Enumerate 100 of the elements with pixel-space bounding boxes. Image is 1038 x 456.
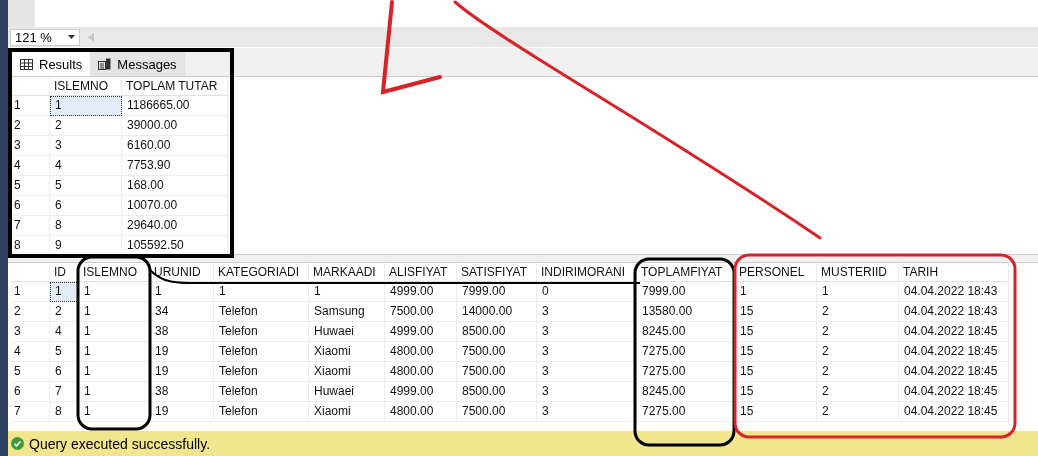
table-cell: Telefon — [214, 322, 309, 342]
table-cell: 168.00 — [122, 176, 228, 196]
table-cell: 1 — [817, 282, 899, 302]
table-cell: 34 — [150, 302, 214, 322]
status-message: Query executed successfully. — [29, 435, 211, 452]
table-cell: 3 — [537, 402, 637, 422]
table-cell: 1 — [50, 282, 79, 302]
table-cell: Huwaei — [309, 382, 385, 402]
column-header[interactable]: SATISFIYAT — [457, 263, 537, 282]
row-number: 4 — [12, 342, 50, 362]
column-header[interactable]: MARKAADI — [309, 263, 385, 282]
grid-corner[interactable] — [12, 263, 50, 282]
table-cell: 3 — [537, 362, 637, 382]
column-header[interactable]: TOPLAMFIYAT — [637, 263, 735, 282]
table-cell: 29640.00 — [122, 216, 228, 236]
table-cell: 2 — [50, 302, 79, 322]
table-cell: 04.04.2022 18:45 — [899, 322, 1009, 342]
table-cell: 7500.00 — [457, 342, 537, 362]
table-cell: 2 — [817, 302, 899, 322]
table-cell: 5 — [50, 342, 79, 362]
table-cell: 3 — [537, 302, 637, 322]
row-number: 8 — [12, 236, 50, 254]
table-cell: 13580.00 — [637, 302, 735, 322]
table-cell: 7500.00 — [457, 402, 537, 422]
table-cell: Telefon — [214, 342, 309, 362]
table-cell: 8245.00 — [637, 382, 735, 402]
table-cell: 2 — [817, 362, 899, 382]
grid-corner[interactable] — [12, 77, 50, 96]
row-number: 6 — [12, 382, 50, 402]
table-cell: 3 — [537, 322, 637, 342]
table-cell: 1 — [79, 382, 150, 402]
column-header[interactable]: PERSONEL — [735, 263, 817, 282]
row-number: 3 — [12, 136, 50, 156]
table-cell: 19 — [150, 342, 214, 362]
table-cell: 39000.00 — [122, 116, 228, 136]
column-header[interactable]: ALISFIYAT — [385, 263, 457, 282]
table-cell: 3 — [50, 136, 122, 156]
table-cell: 38 — [150, 322, 214, 342]
table-cell: 2 — [817, 382, 899, 402]
table-cell: 1 — [79, 402, 150, 422]
column-header[interactable]: TOPLAM TUTAR — [122, 77, 228, 96]
scroll-left-icon[interactable] — [88, 32, 94, 42]
table-cell: 04.04.2022 18:43 — [899, 302, 1009, 322]
column-header[interactable]: URUNID — [150, 263, 214, 282]
table-cell: Telefon — [214, 382, 309, 402]
table-cell: 1 — [79, 282, 150, 302]
results-tab[interactable]: Messages — [90, 52, 185, 76]
table-cell: 4800.00 — [385, 342, 457, 362]
table-cell: 8 — [50, 216, 122, 236]
results-tab[interactable]: Results — [12, 52, 91, 76]
table-cell: 7500.00 — [457, 362, 537, 382]
table-cell: 1 — [79, 342, 150, 362]
table-cell: 7275.00 — [637, 342, 735, 362]
column-header[interactable]: INDIRIMORANI — [537, 263, 637, 282]
table-cell: 2 — [50, 116, 122, 136]
table-cell: Telefon — [214, 362, 309, 382]
table-cell: 04.04.2022 18:45 — [899, 402, 1009, 422]
table-cell: 7999.00 — [637, 282, 735, 302]
column-header[interactable]: ISLEMNO — [79, 263, 150, 282]
column-header[interactable]: TARIH — [899, 263, 1009, 282]
table-cell: 7 — [50, 382, 79, 402]
table-cell: 7275.00 — [637, 402, 735, 422]
column-header[interactable]: MUSTERIID — [817, 263, 899, 282]
table-cell: 19 — [150, 402, 214, 422]
table-cell: 2 — [817, 342, 899, 362]
table-cell: 38 — [150, 382, 214, 402]
table-cell: 7275.00 — [637, 362, 735, 382]
table-cell: 15 — [735, 322, 817, 342]
table-cell: Xiaomi — [309, 362, 385, 382]
table-cell: Xiaomi — [309, 342, 385, 362]
table-cell: 4800.00 — [385, 362, 457, 382]
table-cell: 6 — [50, 196, 122, 216]
table-cell: 4 — [50, 156, 122, 176]
row-number: 7 — [12, 402, 50, 422]
table-cell: 1 — [150, 282, 214, 302]
table-cell: 1 — [735, 282, 817, 302]
row-number: 6 — [12, 196, 50, 216]
row-number: 2 — [12, 116, 50, 136]
table-cell: 15 — [735, 402, 817, 422]
column-header[interactable]: KATEGORIADI — [214, 263, 309, 282]
table-cell: 105592.50 — [122, 236, 228, 254]
table-cell: 1186665.00 — [122, 96, 228, 116]
table-cell: 4999.00 — [385, 322, 457, 342]
table-cell: 4999.00 — [385, 282, 457, 302]
table-cell: 8500.00 — [457, 322, 537, 342]
table-cell: 1 — [50, 96, 122, 116]
splitter-bar[interactable] — [8, 254, 1038, 263]
table-cell: 10070.00 — [122, 196, 228, 216]
table-cell: Samsung — [309, 302, 385, 322]
table-cell: 1 — [79, 302, 150, 322]
row-number: 7 — [12, 216, 50, 236]
table-cell: 15 — [735, 302, 817, 322]
table-cell: 2 — [817, 402, 899, 422]
zoom-dropdown[interactable]: 121 % — [10, 28, 80, 46]
dropdown-caret-icon — [68, 35, 75, 39]
row-number: 5 — [12, 176, 50, 196]
table-cell: Telefon — [214, 402, 309, 422]
table-cell: 9 — [50, 236, 122, 254]
row-number: 2 — [12, 302, 50, 322]
table-cell: 19 — [150, 362, 214, 382]
